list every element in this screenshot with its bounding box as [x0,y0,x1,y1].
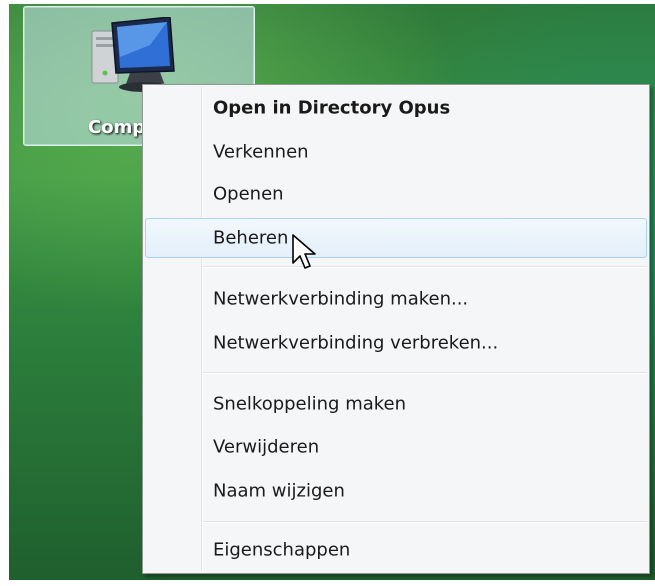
menu-item-label: Snelkoppeling maken [213,393,407,415]
menu-item-label: Naam wijzigen [213,480,345,502]
menu-item-label: Eigenschappen [213,539,351,561]
menu-item-label: Netwerkverbinding verbreken... [213,332,499,354]
menu-item-verkennen[interactable]: Verkennen [145,132,647,172]
menu-separator [203,521,647,523]
menu-item-netwerkverbinding-verbreken[interactable]: Netwerkverbinding verbreken... [145,323,647,363]
menu-item-label: Verwijderen [213,436,320,458]
menu-item-openen[interactable]: Openen [145,174,647,214]
menu-item-eigenschappen[interactable]: Eigenschappen [145,530,647,570]
menu-item-label: Beheren [213,227,289,249]
menu-item-label: Verkennen [213,141,309,163]
menu-separator [203,372,647,374]
menu-item-label: Openen [213,183,284,205]
menu-item-label: Netwerkverbinding maken... [213,288,469,310]
menu-item-snelkoppeling-maken[interactable]: Snelkoppeling maken [145,384,647,424]
menu-separator [203,266,647,268]
menu-item-naam-wijzigen[interactable]: Naam wijzigen [145,471,647,511]
menu-item-label: Open in Directory Opus [213,97,451,119]
menu-item-beheren[interactable]: Beheren [145,218,647,258]
menu-item-netwerkverbinding-maken[interactable]: Netwerkverbinding maken... [145,279,647,319]
desktop-icon-label: Comp [88,117,146,138]
context-menu: Open in Directory Opus Verkennen Openen … [142,84,650,574]
menu-item-open-in-directory-opus[interactable]: Open in Directory Opus [145,88,647,128]
arrow-cursor-icon [292,234,316,269]
menu-item-verwijderen[interactable]: Verwijderen [145,427,647,467]
